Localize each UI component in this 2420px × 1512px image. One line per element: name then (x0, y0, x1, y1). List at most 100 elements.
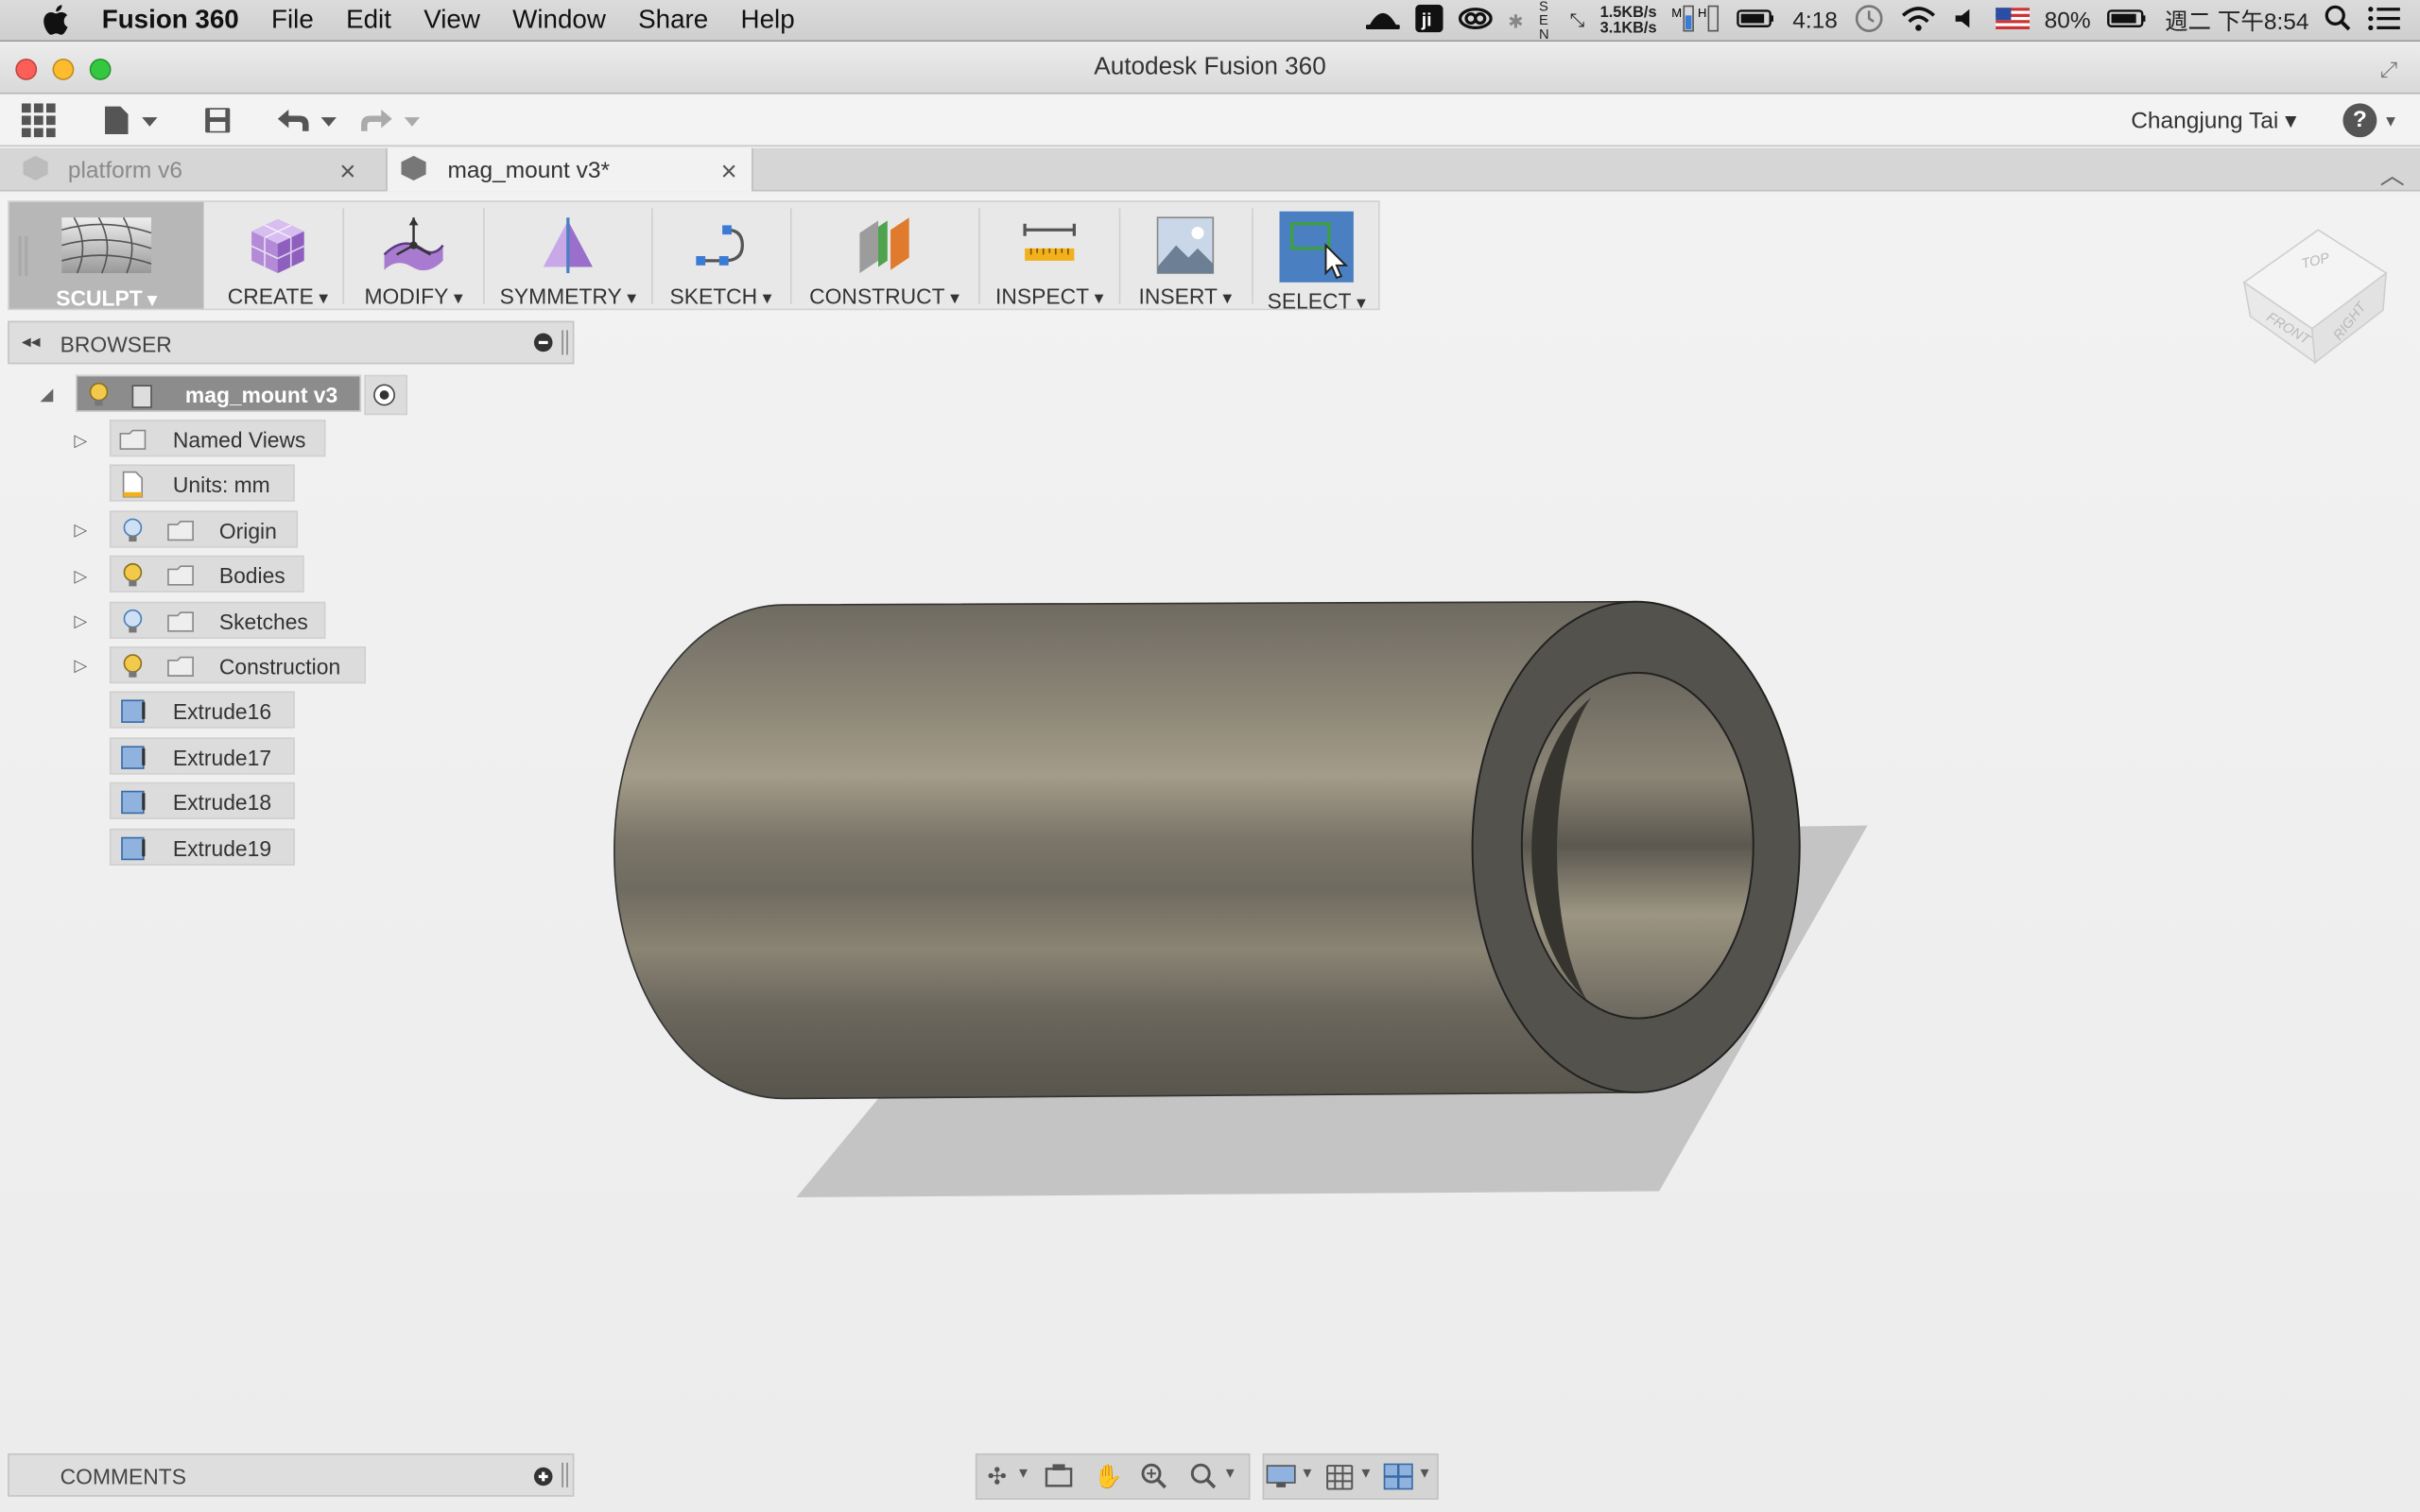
battery-monitor-icon[interactable] (1737, 7, 1776, 34)
design-doc-icon (400, 154, 427, 188)
expand-triangle-icon[interactable]: ▷ (74, 611, 89, 631)
help-dropdown-icon[interactable]: ▾ (2383, 102, 2398, 139)
timeline-extrude18[interactable]: Extrude18 (109, 782, 295, 819)
memory-icon[interactable]: MH (1672, 2, 1721, 39)
menu-share[interactable]: Share (638, 5, 708, 36)
menubar-clock[interactable]: 週二 下午8:54 (2165, 5, 2308, 37)
zoom-icon[interactable] (1139, 1463, 1170, 1490)
zoom-dropdown-icon[interactable]: ▾ (1222, 1463, 1237, 1490)
ribbon-select[interactable]: SELECT (1254, 202, 1378, 313)
collapse-panel-icon[interactable]: ◂◂ (22, 330, 41, 352)
browser-item-sketches[interactable]: Sketches (109, 601, 326, 639)
undo-icon[interactable] (275, 102, 343, 139)
viewports-icon[interactable] (1383, 1463, 1414, 1490)
tube-body[interactable] (586, 571, 1898, 1219)
save-icon[interactable] (200, 102, 234, 139)
redo-icon[interactable] (358, 102, 426, 139)
spotlight-icon[interactable] (2325, 4, 2352, 38)
ribbon-label: CONSTRUCT (809, 284, 959, 308)
pan-hand-icon[interactable]: ✋ (1093, 1463, 1124, 1490)
zoom-window-icon[interactable] (1188, 1463, 1219, 1490)
ribbon-label: INSERT (1139, 284, 1233, 308)
display-dropdown-icon[interactable]: ▾ (1300, 1463, 1315, 1490)
expand-triangle-icon[interactable]: ▷ (74, 566, 89, 587)
menu-edit[interactable]: Edit (346, 5, 391, 36)
comments-panel[interactable]: COMMENTS (8, 1453, 575, 1497)
ribbon-modify[interactable]: MODIFY (346, 202, 482, 309)
ribbon-symmetry[interactable]: SYMMETRY (486, 202, 649, 309)
browser-root-component[interactable]: mag_mount v3 (76, 374, 362, 412)
creative-cloud-icon[interactable] (1458, 6, 1493, 37)
ribbon-inspect[interactable]: INSPECT (981, 202, 1117, 309)
browser-panel-header[interactable]: ◂◂ BROWSER (8, 320, 575, 365)
document-tabs: platform v6 × mag_mount v3* × ︿ (0, 147, 2420, 192)
ribbon-insert[interactable]: INSERT (1122, 202, 1249, 309)
viewports-dropdown-icon[interactable]: ▾ (1417, 1463, 1432, 1490)
orbit-dropdown-icon[interactable]: ▾ (1015, 1463, 1030, 1490)
arrows-icon[interactable]: ⤡ (1570, 9, 1585, 32)
lightbulb-icon[interactable] (122, 653, 144, 680)
display-settings-icon[interactable] (1266, 1463, 1297, 1490)
panel-grip[interactable] (562, 1462, 568, 1487)
activate-radio-icon[interactable] (364, 374, 408, 416)
lightbulb-icon[interactable] (122, 561, 144, 589)
browser-item-origin[interactable]: Origin (109, 510, 299, 548)
user-account-menu[interactable]: Changjung Tai ▾ (2131, 107, 2296, 134)
browser-item-construction[interactable]: Construction (109, 646, 366, 684)
menu-help[interactable]: Help (741, 5, 795, 36)
expand-triangle-icon[interactable]: ▷ (74, 431, 89, 451)
data-panel-grid-icon[interactable] (20, 102, 57, 139)
collapse-triangle-icon[interactable]: ◢ (40, 385, 55, 404)
ribbon-label: SCULPT (56, 285, 157, 310)
browser-item-named-views[interactable]: Named Views (109, 420, 326, 457)
bluetooth-icon[interactable]: ✱ (1508, 10, 1523, 32)
view-cube[interactable]: TOP FRONT RIGHT (2232, 220, 2395, 369)
close-tab-icon[interactable]: × (339, 156, 355, 188)
sen-icon[interactable]: SEN (1539, 0, 1554, 42)
app-menu[interactable]: Fusion 360 (102, 5, 239, 36)
ribbon-grip[interactable] (18, 235, 28, 277)
chevron-up-icon[interactable]: ︿ (2380, 154, 2405, 191)
add-comment-icon[interactable] (533, 1467, 553, 1486)
menu-view[interactable]: View (424, 5, 480, 36)
tab-mag-mount[interactable]: mag_mount v3* × (386, 147, 753, 192)
workspace-switcher-sculpt[interactable]: SCULPT (9, 201, 204, 310)
notification-center-icon[interactable] (2368, 6, 2402, 37)
browser-item-units[interactable]: Units: mm (109, 464, 295, 502)
expand-triangle-icon[interactable]: ▷ (74, 656, 89, 677)
time-machine-icon[interactable] (1853, 2, 1884, 39)
menu-file[interactable]: File (271, 5, 314, 36)
help-icon[interactable]: ? (2342, 103, 2377, 138)
browser-item-bodies[interactable]: Bodies (109, 555, 304, 593)
grid-dropdown-icon[interactable]: ▾ (1358, 1463, 1374, 1490)
ribbon-create[interactable]: CREATE (213, 202, 342, 309)
lightbulb-off-icon[interactable] (122, 517, 144, 544)
timeline-extrude16[interactable]: Extrude16 (109, 691, 295, 729)
file-menu-icon[interactable] (102, 102, 161, 139)
lightbulb-icon[interactable] (88, 381, 110, 408)
volume-icon[interactable] (1952, 6, 1979, 37)
orbit-icon[interactable]: ✣ (981, 1463, 1012, 1490)
wifi-icon[interactable] (1899, 4, 1936, 38)
ribbon-label: SELECT (1268, 288, 1366, 313)
menu-window[interactable]: Window (512, 5, 606, 36)
fullscreen-icon[interactable]: ⤢ (2380, 57, 2402, 81)
grid-settings-icon[interactable] (1324, 1463, 1356, 1490)
extrude-icon (120, 788, 147, 815)
us-flag-icon[interactable] (1995, 7, 2030, 34)
close-tab-icon[interactable]: × (720, 156, 736, 188)
minus-circle-icon[interactable] (533, 333, 553, 352)
lightbulb-off-icon[interactable] (122, 608, 144, 635)
panel-grip[interactable] (562, 330, 568, 355)
expand-triangle-icon[interactable]: ▷ (74, 520, 89, 541)
battery-icon[interactable] (2106, 7, 2150, 34)
ji-app-icon[interactable]: ji (1415, 4, 1443, 38)
look-at-icon[interactable] (1044, 1463, 1075, 1490)
tab-platform[interactable]: platform v6 × (0, 148, 380, 192)
hat-icon[interactable] (1365, 6, 1400, 37)
apple-menu-icon[interactable] (34, 5, 78, 36)
ribbon-construct[interactable]: CONSTRUCT (793, 202, 976, 309)
timeline-extrude17[interactable]: Extrude17 (109, 737, 295, 775)
timeline-extrude19[interactable]: Extrude19 (109, 828, 295, 866)
ribbon-sketch[interactable]: SKETCH (654, 202, 786, 309)
